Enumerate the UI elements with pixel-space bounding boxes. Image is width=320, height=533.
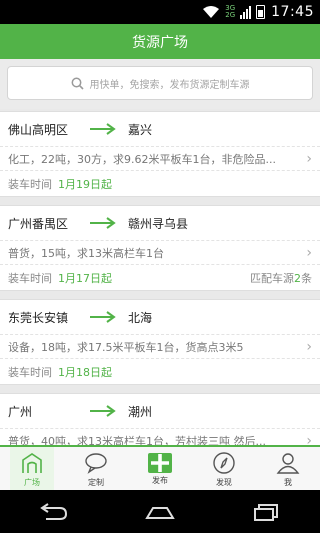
search-icon [71, 77, 84, 90]
matched-vehicles-suffix: 条 [301, 271, 312, 285]
arrow-right-icon [90, 405, 116, 417]
status-time: 17:45 [271, 4, 314, 20]
chevron-right-icon: › [306, 150, 312, 167]
tab-label: 我 [284, 478, 292, 487]
home-icon[interactable] [143, 502, 177, 522]
loading-time-row: 装车时间 1月18日起 [0, 358, 320, 384]
loading-time-value: 1月19日起 [58, 177, 112, 191]
battery-icon [256, 5, 266, 19]
matched-vehicles[interactable]: 匹配车源2条 [250, 270, 312, 286]
tab-publish[interactable]: 发布 [128, 447, 192, 490]
cargo-description: 化工，22吨，30方，求9.62米平板车1台，非危险品... [8, 152, 276, 166]
system-nav-bar [0, 490, 320, 533]
recent-apps-icon[interactable] [250, 502, 284, 522]
matched-vehicles-count: 2 [294, 271, 301, 285]
route-row: 广州 潮州 [0, 394, 320, 428]
chevron-right-icon: › [306, 338, 312, 355]
network-2g-label: 2G [225, 11, 236, 19]
tab-me[interactable]: 我 [256, 447, 320, 490]
chat-bubble-icon [85, 453, 107, 474]
square-house-icon [22, 453, 42, 473]
cargo-description: 普货，15吨，求13米高栏车1台 [8, 246, 164, 260]
cargo-description-row: 普货，15吨，求13米高栏车1台 › [0, 240, 320, 264]
cargo-card[interactable]: 东莞长安镇 北海 设备，18吨，求17.5米平板车1台，货高点3米5 › 装车时… [0, 299, 320, 385]
origin-city: 佛山高明区 [8, 122, 69, 137]
tab-label: 广场 [24, 478, 40, 487]
arrow-right-icon [90, 217, 116, 229]
cargo-description-row: 普货，40吨，求13米高栏车1台，芳村装三吨 然后... › [0, 428, 320, 445]
plus-icon [148, 453, 172, 473]
bottom-tab-bar: 广场 定制 发布 发现 我 [0, 445, 320, 490]
loading-time-value: 1月17日起 [58, 271, 112, 285]
origin-city: 广州 [8, 404, 33, 419]
cargo-card[interactable]: 广州番禺区 赣州寻乌县 普货，15吨，求13米高栏车1台 › 装车时间 1月17日… [0, 205, 320, 291]
tab-label: 发现 [216, 478, 232, 487]
tab-label: 定制 [88, 478, 104, 487]
route-row: 佛山高明区 嘉兴 [0, 112, 320, 146]
origin-city: 东莞长安镇 [8, 310, 69, 325]
tab-custom[interactable]: 定制 [64, 447, 128, 490]
destination-city: 北海 [128, 310, 153, 325]
destination-city: 潮州 [128, 404, 153, 419]
cargo-description-row: 设备，18吨，求17.5米平板车1台，货高点3米5 › [0, 334, 320, 358]
cargo-card[interactable]: 广州 潮州 普货，40吨，求13米高栏车1台，芳村装三吨 然后... › [0, 393, 320, 445]
status-icons: 3G 2G [202, 5, 266, 19]
loading-time-label: 装车时间 [8, 365, 52, 379]
search-placeholder: 用快单，免搜索，发布货源定制车源 [89, 79, 250, 91]
destination-city: 赣州寻乌县 [128, 216, 189, 231]
tab-label: 发布 [152, 476, 168, 485]
signal-icon [240, 5, 252, 19]
route-row: 东莞长安镇 北海 [0, 300, 320, 334]
arrow-right-icon [90, 311, 116, 323]
search-area: 用快单，免搜索，发布货源定制车源 [0, 59, 320, 109]
wifi-icon [203, 6, 220, 18]
tab-discover[interactable]: 发现 [192, 447, 256, 490]
cargo-description: 普货，40吨，求13米高栏车1台，芳村装三吨 然后... [8, 434, 266, 446]
cargo-description-row: 化工，22吨，30方，求9.62米平板车1台，非危险品... › [0, 146, 320, 170]
cargo-card[interactable]: 佛山高明区 嘉兴 化工，22吨，30方，求9.62米平板车1台，非危险品... … [0, 111, 320, 197]
chevron-right-icon: › [306, 432, 312, 446]
arrow-right-icon [90, 123, 116, 135]
page-title: 货源广场 [132, 34, 188, 51]
network-type: 3G 2G [225, 5, 235, 19]
person-icon [276, 453, 300, 474]
chevron-right-icon: › [306, 244, 312, 261]
destination-city: 嘉兴 [128, 122, 153, 137]
matched-vehicles-prefix: 匹配车源 [250, 271, 294, 285]
app-header: 货源广场 [0, 24, 320, 59]
loading-time-label: 装车时间 [8, 177, 52, 191]
origin-city: 广州番禺区 [8, 216, 69, 231]
compass-icon [213, 452, 235, 474]
cargo-list: 佛山高明区 嘉兴 化工，22吨，30方，求9.62米平板车1台，非危险品... … [0, 111, 320, 445]
loading-time-label: 装车时间 [8, 271, 52, 285]
loading-time-row: 装车时间 1月17日起 匹配车源2条 [0, 264, 320, 290]
back-icon[interactable] [36, 502, 70, 522]
search-input[interactable]: 用快单，免搜索，发布货源定制车源 [7, 66, 313, 100]
route-row: 广州番禺区 赣州寻乌县 [0, 206, 320, 240]
status-bar: 3G 2G 17:45 [0, 0, 320, 24]
loading-time-row: 装车时间 1月19日起 [0, 170, 320, 196]
cargo-description: 设备，18吨，求17.5米平板车1台，货高点3米5 [8, 340, 244, 354]
tab-square[interactable]: 广场 [0, 447, 64, 490]
loading-time-value: 1月18日起 [58, 365, 112, 379]
